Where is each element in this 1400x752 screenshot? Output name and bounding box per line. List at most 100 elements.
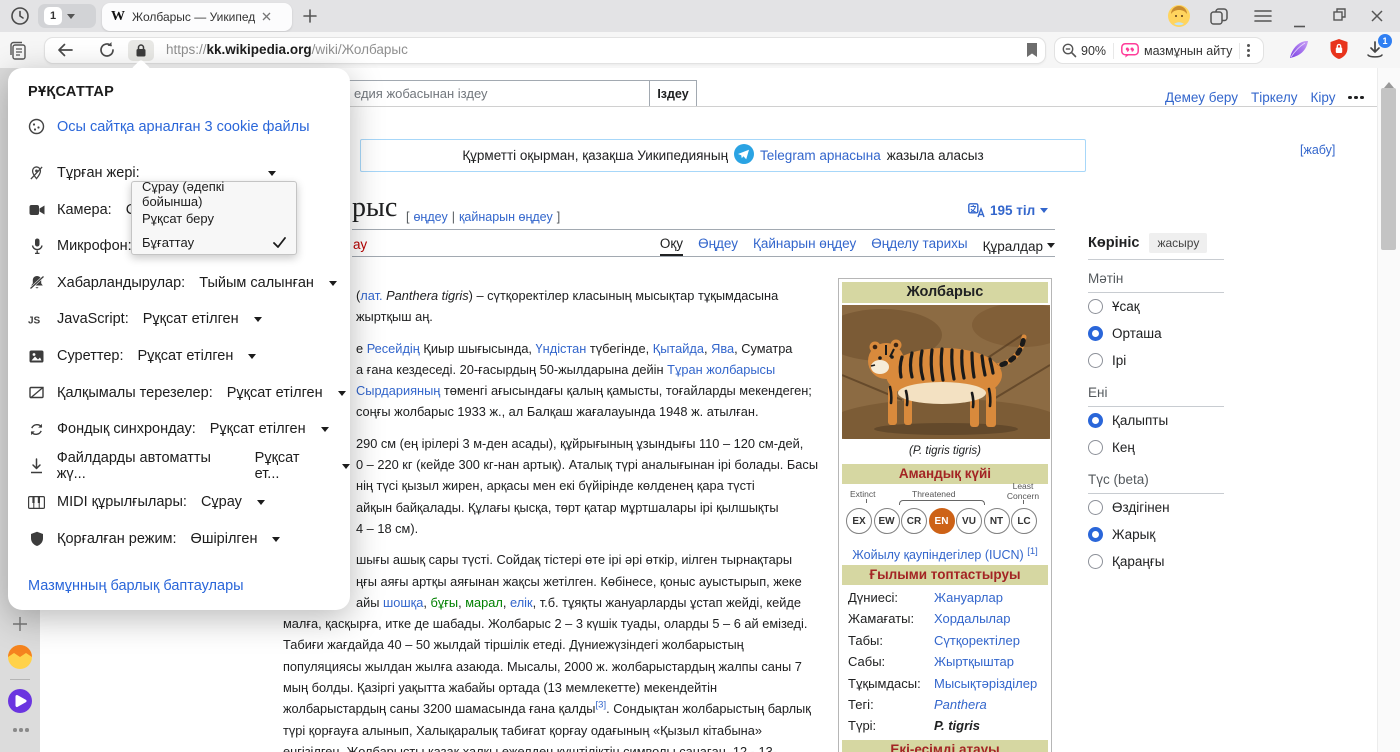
edit-link[interactable]: өңдеу [413,210,447,224]
window-restore-button[interactable] [1333,8,1346,26]
taxonomy-value[interactable]: Сүтқоректілер [934,630,1020,651]
radio-option[interactable]: Кең [1088,434,1224,461]
taxonomy-value[interactable]: Жыртқыштар [934,651,1014,672]
permission-row-image[interactable]: Суреттер:Рұқсат етілген [28,345,256,367]
permission-value[interactable]: Рұқсат етілген [227,385,323,401]
article-link[interactable]: лат. [360,288,382,303]
profile-avatar[interactable] [1168,5,1190,32]
radio-icon[interactable] [1088,299,1103,314]
radio-icon[interactable] [1088,554,1103,569]
view-tab[interactable]: Өңдеу [698,236,738,256]
article-link[interactable]: шошқа [383,595,423,610]
wiki-search-button[interactable]: Іздеу [649,80,697,107]
radio-option[interactable]: Қалыпты [1088,407,1224,434]
wiki-search-input[interactable] [345,80,650,107]
window-minimize-button[interactable] [1294,15,1305,33]
view-tab[interactable]: Қайнарын өңдеу [753,236,856,256]
permission-row-location-off[interactable]: Тұрған жері: [28,162,140,184]
dropdown-item[interactable]: Бұғаттау [132,230,296,254]
view-tab[interactable]: Оқу [660,236,683,256]
omnibox-more-icon[interactable] [1247,44,1250,57]
site-lock-icon[interactable] [128,40,154,61]
view-tab[interactable]: Өңделу тарихы [871,236,967,256]
zoom-control[interactable]: 90% [1062,43,1106,58]
permission-row-popup[interactable]: Қалқымалы терезелер:Рұқсат етілген [28,382,346,404]
radio-option[interactable]: Ірі [1088,347,1224,374]
dropdown-item[interactable]: Рұқсат беру [132,206,296,230]
radio-selected-icon[interactable] [1088,527,1103,542]
permission-value[interactable]: Өшірілген [191,531,258,547]
browser-tab[interactable]: W Жолбарыс — Уикипед [102,3,292,31]
taxonomy-value[interactable]: Жануарлар [934,587,1003,608]
rail-add-icon[interactable] [12,616,28,637]
edit-source-link[interactable]: қайнарын өңдеу [459,210,553,224]
read-aloud-button[interactable]: мазмұнын айту [1121,43,1232,58]
radio-selected-icon[interactable] [1088,413,1103,428]
new-tab-button[interactable] [302,8,318,29]
radio-icon[interactable] [1088,353,1103,368]
banner-close-link[interactable]: [жабу] [1300,143,1335,157]
alice-assistant-icon[interactable] [8,689,32,718]
bookmark-flag-icon[interactable] [1026,42,1038,63]
permission-value[interactable]: Рұқсат етілген [210,421,306,437]
history-clock-icon[interactable] [10,6,30,31]
article-link[interactable]: елік [510,595,533,610]
permission-value[interactable]: Рұқсат етілген [143,311,239,327]
permission-value[interactable]: Рұқсат ет... [255,450,327,482]
cookies-link[interactable]: Осы сайтқа арналған 3 cookie файлы [57,119,310,135]
radio-option[interactable]: Қараңғы [1088,548,1224,575]
rail-more-icon[interactable] [13,728,29,732]
permission-row-bell-off[interactable]: Хабарландырулар:Тыйым салынған [28,272,337,294]
wiki-top-link[interactable]: Тіркелу [1251,90,1298,105]
sidebar-toggle-icon[interactable] [9,41,29,65]
article-link[interactable]: Тұран жолбарысы [667,362,775,377]
permission-row-midi[interactable]: MIDI құрылғылары:Сұрау [28,491,265,513]
article-link[interactable]: [3] [596,700,607,711]
article-link[interactable]: Ява [711,341,734,356]
protect-shield-icon[interactable] [1328,38,1350,65]
view-tab[interactable]: Құралдар [983,236,1055,256]
radio-option[interactable]: Жарық [1088,521,1224,548]
taxonomy-value[interactable]: Panthera [934,694,987,715]
dropdown-item[interactable]: Сұрау (әдепкі бойынша) [132,182,296,206]
radio-icon[interactable] [1088,440,1103,455]
tab-close-icon[interactable] [262,8,271,26]
url-text[interactable]: https://kk.wikipedia.org/wiki/Жолбарыс [166,42,408,57]
tiger-photo[interactable] [842,305,1048,442]
radio-option[interactable]: Өздігінен [1088,494,1224,521]
permission-value[interactable]: Сұрау [201,494,242,510]
permission-row-shield[interactable]: Қорғалған режим:Өшірілген [28,528,280,550]
side-panels-icon[interactable] [1210,8,1228,30]
permission-value[interactable]: Тыйым салынған [199,275,314,291]
telegram-link[interactable]: Telegram арнасына [760,148,881,163]
radio-selected-icon[interactable] [1088,326,1103,341]
permission-value[interactable]: Рұқсат етілген [137,348,233,364]
article-link[interactable]: Үндістан [536,341,587,356]
wiki-top-link[interactable]: Демеу беру [1165,90,1238,105]
radio-option[interactable]: Ұсақ [1088,293,1224,320]
radio-option[interactable]: Орташа [1088,320,1224,347]
yandex-pen-icon[interactable] [1288,38,1310,65]
scrollbar-up-arrow[interactable] [1384,77,1394,88]
radio-icon[interactable] [1088,500,1103,515]
rail-service-icon[interactable] [8,645,32,674]
page-scrollbar-thumb[interactable] [1381,88,1396,250]
wiki-user-more-icon[interactable] [1348,96,1364,100]
permission-row-js[interactable]: JSJavaScript:Рұқсат етілген [28,308,262,330]
content-settings-link[interactable]: Мазмұнның барлық баптаулары [28,578,244,594]
wiki-top-link[interactable]: Кіру [1310,90,1335,105]
reference-1[interactable]: [1] [1027,546,1038,557]
taxonomy-value[interactable]: Мысықтәрізділер [934,673,1037,694]
article-link[interactable]: бұғы [431,595,459,610]
permission-row-download[interactable]: Файлдарды автоматты жү...Рұқсат ет... [28,455,350,477]
article-link[interactable]: марал [465,595,503,610]
back-button[interactable] [56,42,74,63]
iucn-link[interactable]: Жойылу қаупіндегілер (IUCN) [852,548,1023,562]
taxonomy-value[interactable]: Хордалылар [934,608,1010,629]
permission-row-sync[interactable]: Фондық синхрондау:Рұқсат етілген [28,418,329,440]
reload-button[interactable] [98,41,116,64]
appearance-hide-button[interactable]: жасыру [1149,233,1207,253]
article-link[interactable]: Сырдарияның [356,383,440,398]
menu-hamburger-icon[interactable] [1254,9,1272,28]
window-close-button[interactable] [1371,9,1383,27]
